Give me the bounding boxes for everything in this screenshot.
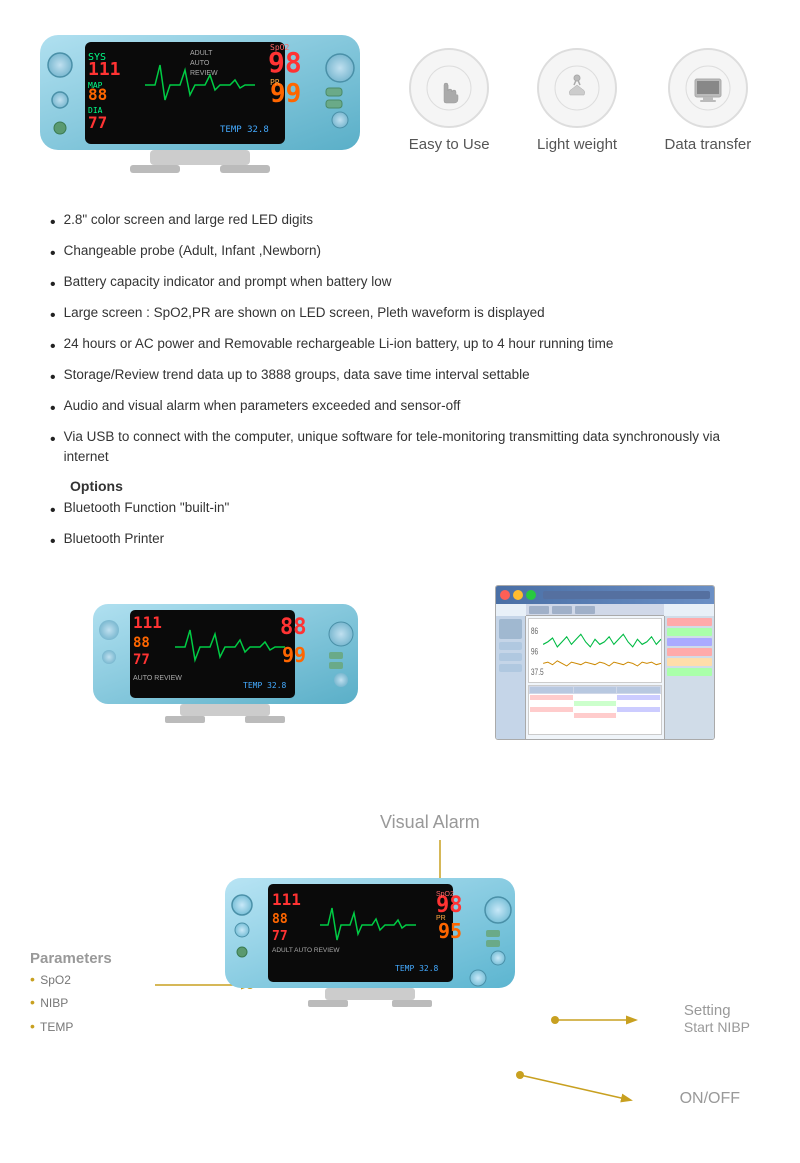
bullet-icon: • (50, 499, 56, 523)
svg-text:77: 77 (88, 113, 107, 132)
bullet-icon: • (50, 242, 56, 266)
features-list: • 2.8" color screen and large red LED di… (50, 210, 750, 468)
bullet-icon: • (50, 397, 56, 421)
data-transfer-label: Data transfer (665, 136, 752, 153)
bullet-icon: • (50, 211, 56, 235)
parameters-list: • SpO2 • NIBP • TEMP (30, 968, 73, 1039)
list-item: • Via USB to connect with the computer, … (50, 427, 750, 468)
parameters-label: Parameters (30, 950, 112, 967)
svg-text:ADULT AUTO REVIEW: ADULT AUTO REVIEW (272, 947, 340, 954)
diagram-container: Visual Alarm Parameters • SpO2 • NIBP • … (0, 790, 800, 1140)
svg-text:111: 111 (88, 59, 121, 80)
setting-label: Setting Start NIBP (684, 1002, 750, 1035)
feature-light-weight: Light weight (537, 48, 617, 153)
easy-to-use-icon (409, 48, 489, 128)
list-item: • Audio and visual alarm when parameters… (50, 396, 750, 421)
list-item: • 2.8" color screen and large red LED di… (50, 210, 750, 235)
svg-text:PR: PR (270, 78, 280, 87)
svg-text:88: 88 (280, 615, 307, 640)
feature-data-transfer: Data transfer (665, 48, 752, 153)
device-image-mid: 88 99 111 88 77 TEMP 32.8 AUTO REVIEW (85, 592, 365, 732)
bullet-icon: • (50, 366, 56, 390)
svg-text:77: 77 (272, 929, 288, 944)
diagram-section: Visual Alarm Parameters • SpO2 • NIBP • … (0, 760, 800, 1160)
easy-to-use-label: Easy to Use (409, 136, 490, 153)
visual-alarm-label: Visual Alarm (380, 812, 480, 833)
svg-text:88: 88 (133, 635, 150, 651)
bullet-icon: • (50, 428, 56, 452)
svg-text:86: 86 (531, 626, 538, 636)
bullet-icon: • (50, 273, 56, 297)
svg-text:SpO2: SpO2 (436, 891, 454, 898)
svg-text:88: 88 (272, 912, 288, 927)
svg-text:111: 111 (272, 890, 301, 909)
list-item: • Bluetooth Printer (50, 529, 750, 554)
options-list: • Bluetooth Function "built-in" • Blueto… (50, 498, 750, 554)
list-item: • Bluetooth Function "built-in" (50, 498, 750, 523)
list-item: • Battery capacity indicator and prompt … (50, 272, 750, 297)
list-item: • Changeable probe (Adult, Infant ,Newbo… (50, 241, 750, 266)
light-weight-label: Light weight (537, 136, 617, 153)
bullet-icon: • (50, 304, 56, 328)
top-section: 98 99 SYS 111 MAP 88 DIA 77 SpO2 PR TEMP… (0, 0, 800, 190)
data-transfer-icon (668, 48, 748, 128)
options-title: Options (70, 478, 750, 494)
feature-easy-to-use: Easy to Use (409, 48, 490, 153)
svg-text:REVIEW: REVIEW (190, 70, 218, 77)
svg-text:AUTO REVIEW: AUTO REVIEW (133, 675, 182, 682)
middle-images-section: 88 99 111 88 77 TEMP 32.8 AUTO REVIEW (0, 575, 800, 760)
svg-text:37.5: 37.5 (531, 666, 544, 676)
list-item: • Large screen : SpO2,PR are shown on LE… (50, 303, 750, 328)
diagram-device: 98 95 111 88 77 ADULT AUTO REVIEW TEMP 3… (220, 870, 520, 1030)
svg-text:TEMP 32.8: TEMP 32.8 (243, 681, 287, 690)
svg-text:TEMP 32.8: TEMP 32.8 (220, 125, 269, 135)
svg-text:ADULT: ADULT (190, 50, 213, 57)
svg-text:77: 77 (133, 652, 150, 668)
svg-text:AUTO: AUTO (190, 60, 210, 67)
svg-text:PR: PR (436, 915, 446, 922)
features-list-section: • 2.8" color screen and large red LED di… (0, 190, 800, 575)
svg-text:TEMP 32.8: TEMP 32.8 (395, 964, 439, 973)
svg-text:SpO2: SpO2 (270, 43, 289, 52)
software-screenshot: 86 96 37.5 (495, 585, 715, 740)
svg-text:88: 88 (88, 85, 107, 104)
svg-text:95: 95 (438, 919, 462, 943)
svg-text:99: 99 (282, 643, 306, 667)
device-image-top: 98 99 SYS 111 MAP 88 DIA 77 SpO2 PR TEMP… (30, 20, 370, 180)
light-weight-icon-circle (537, 48, 617, 128)
on-off-label: ON/OFF (680, 1090, 740, 1108)
bullet-icon: • (50, 335, 56, 359)
svg-text:111: 111 (133, 613, 162, 632)
list-item: • 24 hours or AC power and Removable rec… (50, 334, 750, 359)
list-item: • Storage/Review trend data up to 3888 g… (50, 365, 750, 390)
svg-text:96: 96 (531, 646, 538, 656)
bullet-icon: • (50, 530, 56, 554)
features-row: Easy to Use Light weight (390, 48, 770, 153)
